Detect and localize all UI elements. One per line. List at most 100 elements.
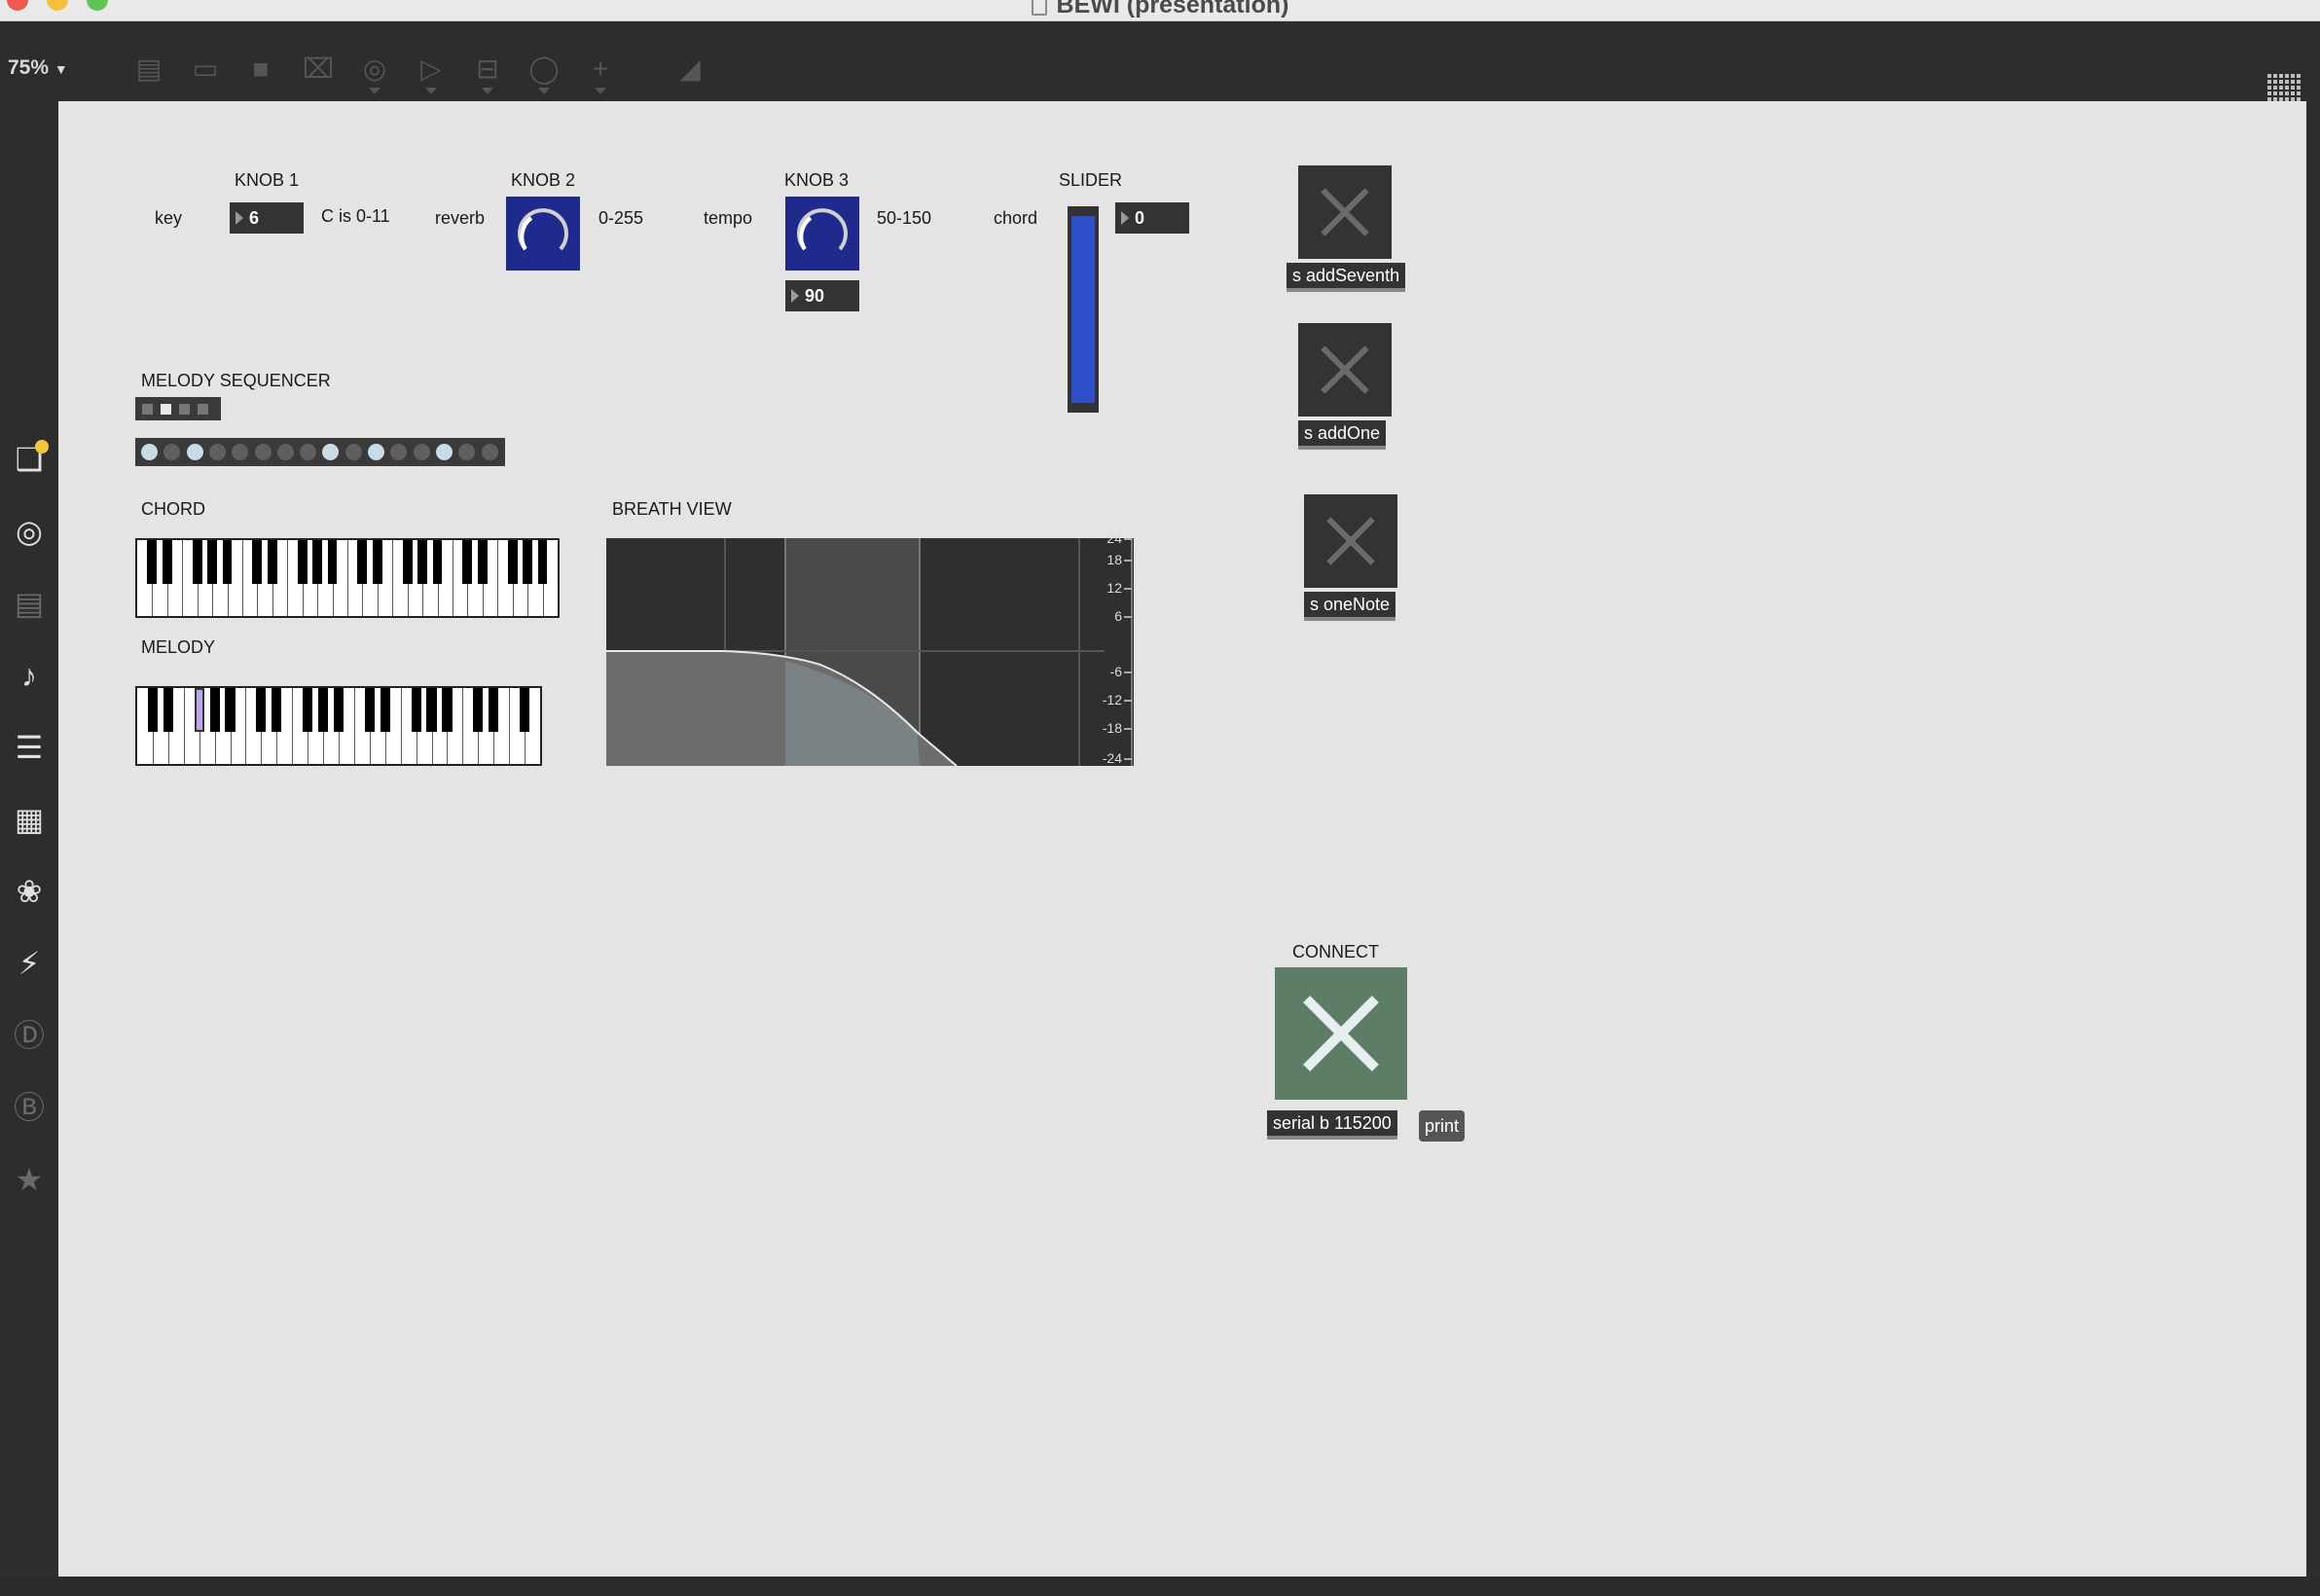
sequencer-step[interactable] bbox=[208, 444, 226, 460]
slider-icon[interactable]: ⊟ bbox=[471, 53, 504, 86]
add-seventh-toggle[interactable] bbox=[1298, 165, 1392, 259]
black-key[interactable] bbox=[477, 540, 488, 585]
serial-message[interactable]: serial b 115200 bbox=[1267, 1110, 1397, 1140]
sequencer-page-cell[interactable] bbox=[198, 404, 208, 415]
black-key[interactable] bbox=[519, 688, 530, 733]
black-key[interactable] bbox=[163, 688, 173, 733]
image-icon[interactable]: ▦ bbox=[8, 798, 51, 841]
music-note-icon[interactable]: ♪ bbox=[8, 654, 51, 697]
black-key[interactable] bbox=[162, 540, 172, 585]
chevron-down-icon[interactable] bbox=[369, 88, 381, 94]
black-key[interactable] bbox=[489, 688, 499, 733]
breath-view-filter-graph[interactable]: 24 18 12 6 -6 -12 -18 -24 bbox=[606, 530, 1134, 767]
black-key[interactable] bbox=[432, 540, 443, 585]
one-note-message[interactable]: s oneNote bbox=[1304, 592, 1396, 621]
black-key[interactable] bbox=[209, 688, 220, 733]
black-key[interactable] bbox=[411, 688, 421, 733]
black-key[interactable] bbox=[380, 688, 390, 733]
sequencer-step[interactable] bbox=[300, 444, 317, 460]
sequencer-step[interactable] bbox=[390, 444, 408, 460]
black-key[interactable] bbox=[507, 540, 518, 585]
tempo-knob[interactable] bbox=[785, 197, 859, 271]
paint-bucket-icon[interactable]: ◢ bbox=[673, 53, 707, 86]
zoom-menu[interactable]: 75% ▼ bbox=[8, 56, 68, 80]
black-key[interactable] bbox=[222, 540, 233, 585]
sequencer-step[interactable] bbox=[344, 444, 362, 460]
one-note-toggle[interactable] bbox=[1304, 494, 1397, 588]
sequencer-step[interactable] bbox=[413, 444, 430, 460]
tempo-number-box[interactable]: 90 bbox=[785, 280, 859, 311]
chevron-down-icon[interactable] bbox=[425, 88, 437, 94]
sequencer-step[interactable] bbox=[141, 444, 158, 460]
black-key[interactable] bbox=[327, 540, 338, 585]
sequencer-step[interactable] bbox=[232, 444, 249, 460]
black-key[interactable] bbox=[462, 540, 473, 585]
sequencer-step[interactable] bbox=[186, 444, 203, 460]
black-key[interactable] bbox=[147, 540, 158, 585]
play-icon[interactable]: ▷ bbox=[415, 53, 448, 86]
black-key[interactable] bbox=[207, 540, 218, 585]
black-key[interactable] bbox=[267, 540, 277, 585]
sequencer-step[interactable] bbox=[435, 444, 453, 460]
black-key[interactable] bbox=[523, 540, 533, 585]
black-key[interactable] bbox=[333, 688, 344, 733]
add-one-toggle[interactable] bbox=[1298, 323, 1392, 417]
v-icon[interactable]: Ⓓ bbox=[8, 1014, 51, 1057]
chevron-down-icon[interactable] bbox=[595, 88, 606, 94]
melody-keyboard[interactable] bbox=[135, 686, 542, 766]
packages-icon[interactable]: ❑ bbox=[8, 438, 51, 481]
black-key[interactable] bbox=[442, 688, 453, 733]
chevron-down-icon[interactable] bbox=[482, 88, 493, 94]
sequencer-step[interactable] bbox=[322, 444, 340, 460]
circle-icon[interactable]: ◎ bbox=[8, 510, 51, 553]
sequencer-page-cell[interactable] bbox=[179, 404, 190, 415]
black-key[interactable] bbox=[426, 688, 437, 733]
sequencer-step[interactable] bbox=[481, 444, 498, 460]
add-one-message[interactable]: s addOne bbox=[1298, 420, 1387, 450]
add-icon[interactable]: + bbox=[584, 53, 617, 86]
black-key[interactable] bbox=[537, 540, 548, 585]
button-icon[interactable]: ◎ bbox=[358, 53, 391, 86]
black-key[interactable] bbox=[473, 688, 484, 733]
black-key[interactable] bbox=[225, 688, 236, 733]
black-key[interactable] bbox=[317, 688, 329, 733]
chord-number-box[interactable]: 0 bbox=[1115, 202, 1189, 234]
b-icon[interactable]: Ⓑ bbox=[8, 1086, 51, 1129]
plug-icon[interactable]: ⚡ bbox=[8, 942, 51, 985]
reverb-knob[interactable] bbox=[506, 197, 580, 271]
black-key[interactable] bbox=[364, 688, 375, 733]
black-key[interactable] bbox=[402, 540, 413, 585]
sequencer-step[interactable] bbox=[458, 444, 476, 460]
sequencer-step[interactable] bbox=[368, 444, 384, 460]
star-icon[interactable]: ★ bbox=[8, 1158, 51, 1201]
black-key[interactable] bbox=[357, 540, 368, 585]
black-key[interactable] bbox=[252, 540, 263, 585]
chord-slider[interactable] bbox=[1068, 206, 1099, 413]
black-key[interactable] bbox=[147, 688, 158, 733]
black-key[interactable] bbox=[417, 540, 428, 585]
chevron-down-icon[interactable] bbox=[538, 88, 550, 94]
melody-step-sequencer[interactable] bbox=[135, 438, 505, 466]
paperclip-icon[interactable]: ❀ bbox=[8, 870, 51, 913]
black-key[interactable] bbox=[256, 688, 267, 733]
media-icon[interactable]: ▤ bbox=[8, 582, 51, 625]
sequencer-page-cell[interactable] bbox=[142, 404, 153, 415]
playlist-icon[interactable]: ☰ bbox=[8, 726, 51, 769]
key-number-box[interactable]: 6 bbox=[230, 202, 304, 234]
comment-icon[interactable]: ■ bbox=[244, 53, 277, 86]
black-key[interactable] bbox=[372, 540, 382, 585]
black-key[interactable] bbox=[303, 688, 313, 733]
toggle-icon[interactable]: ⌧ bbox=[302, 53, 335, 86]
black-key[interactable] bbox=[297, 540, 308, 585]
black-key[interactable] bbox=[194, 688, 204, 733]
sequencer-page-cell[interactable] bbox=[161, 404, 171, 415]
print-button[interactable]: print bbox=[1419, 1110, 1466, 1142]
message-icon[interactable]: ▭ bbox=[189, 53, 222, 86]
black-key[interactable] bbox=[312, 540, 323, 585]
dial-icon[interactable]: ◯ bbox=[527, 53, 561, 86]
sequencer-step[interactable] bbox=[163, 444, 181, 460]
new-object-icon[interactable]: ▤ bbox=[132, 53, 165, 86]
sequencer-step[interactable] bbox=[276, 444, 294, 460]
add-seventh-message[interactable]: s addSeventh bbox=[1287, 263, 1406, 292]
sequencer-step[interactable] bbox=[254, 444, 272, 460]
